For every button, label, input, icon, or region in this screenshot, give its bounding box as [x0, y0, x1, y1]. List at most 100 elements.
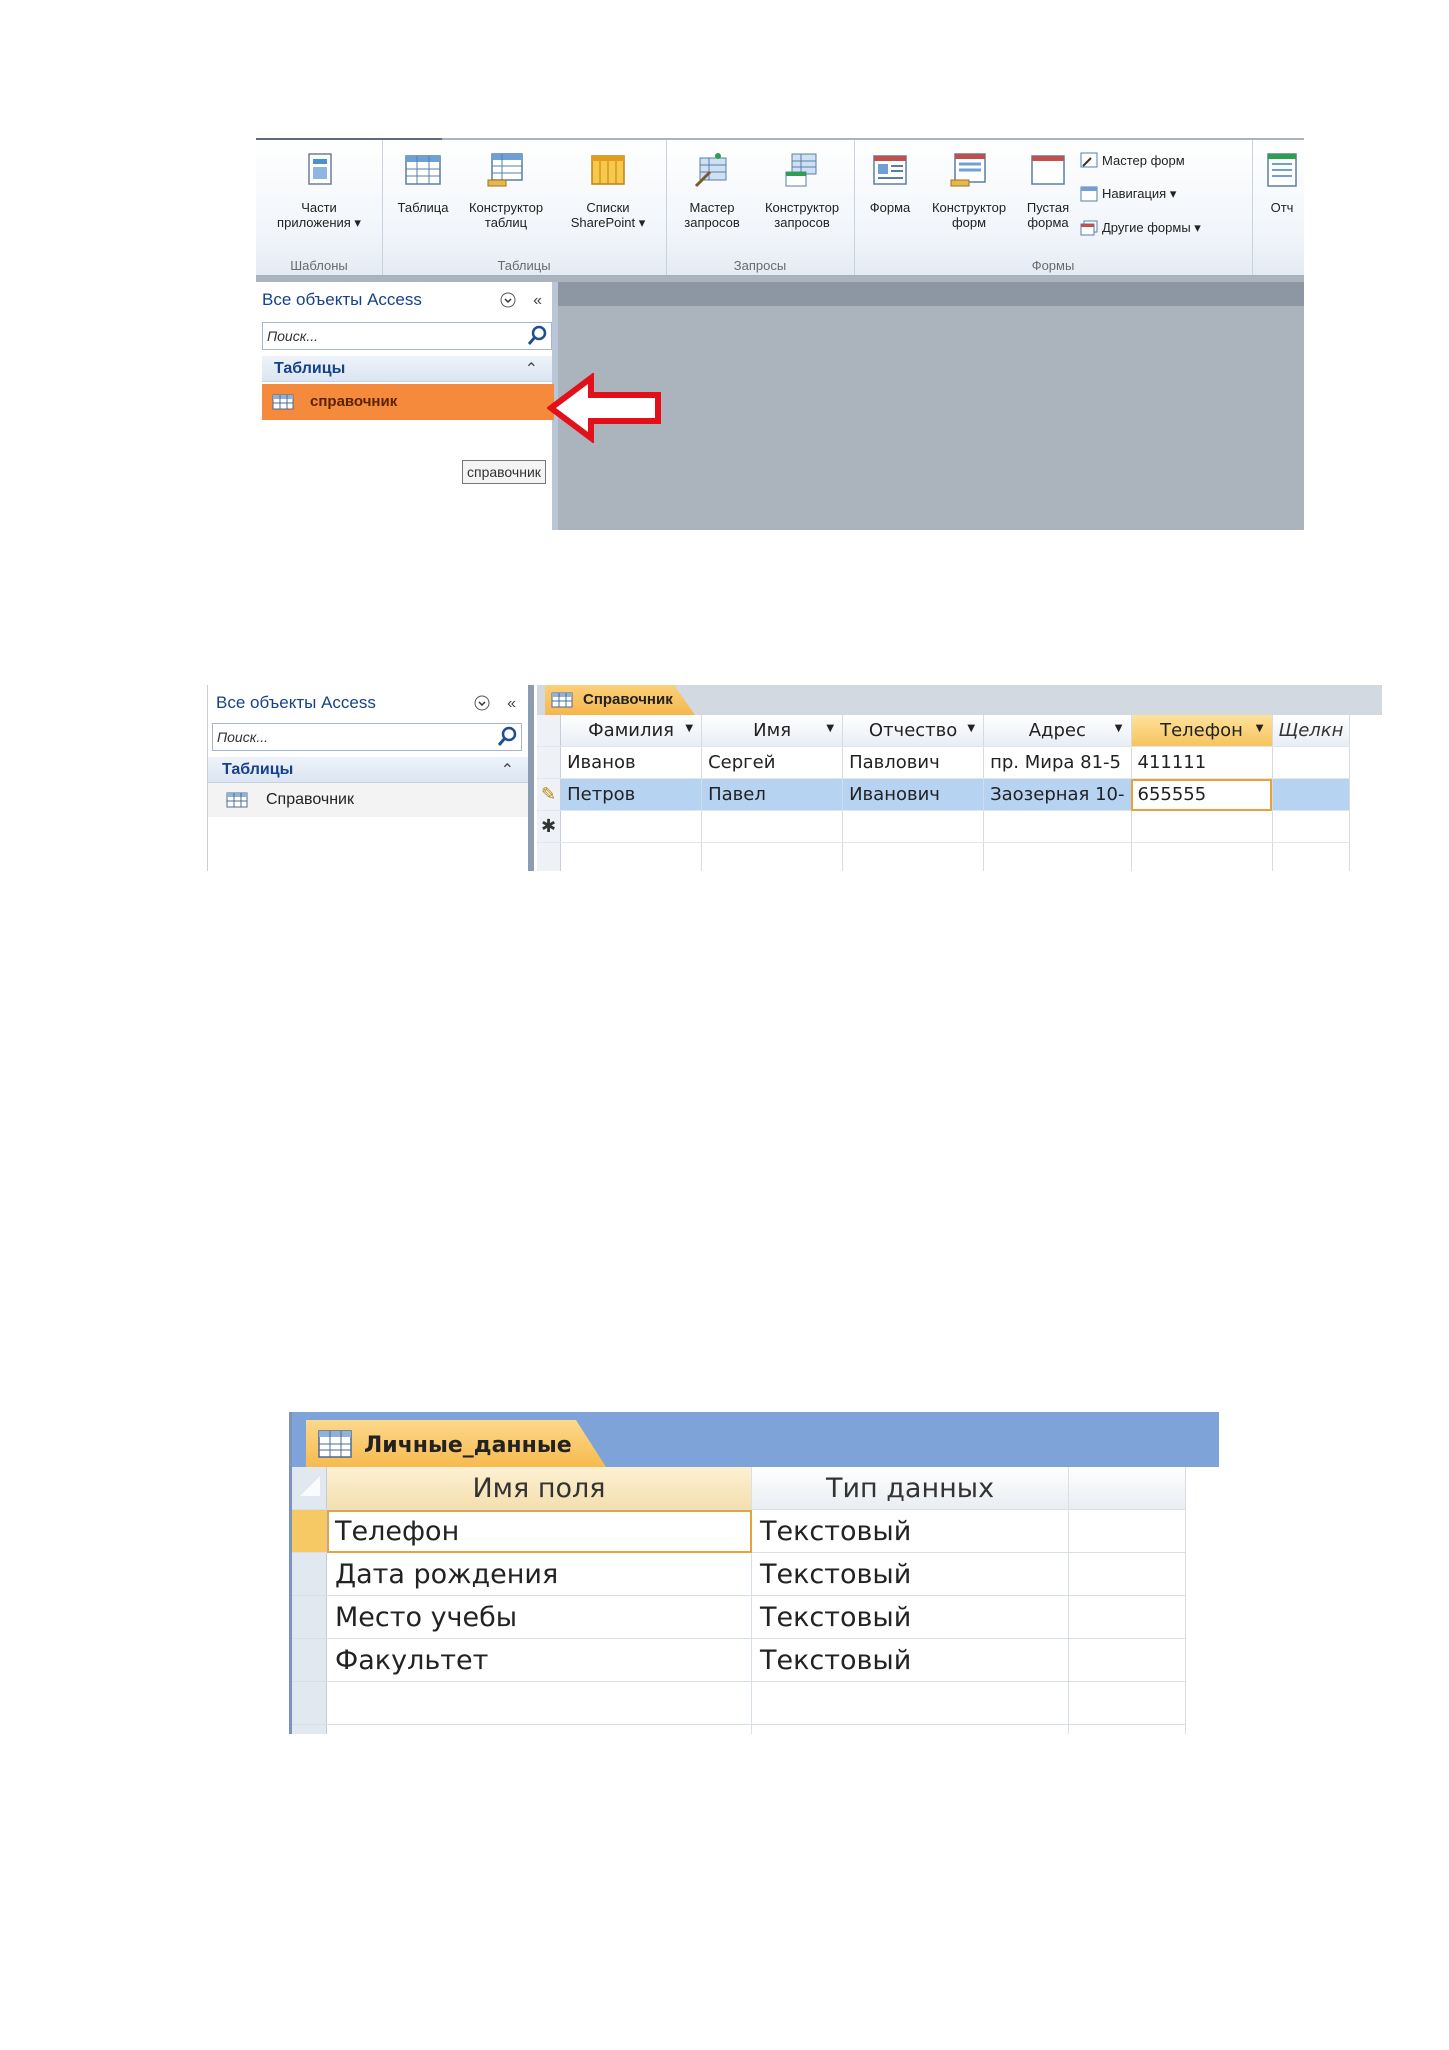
table-cell[interactable]	[1131, 810, 1273, 843]
column-header[interactable]: Имя ▼	[701, 715, 844, 747]
row-selector[interactable]	[292, 1552, 327, 1596]
form-label: Форма	[869, 200, 911, 215]
table-cell[interactable]: пр. Мира 81-5	[983, 746, 1132, 779]
column-header[interactable]: Отчество ▼	[842, 715, 985, 747]
new-record-icon[interactable]: ✱	[537, 810, 562, 843]
column-header[interactable]: Адрес ▼	[983, 715, 1132, 747]
dropdown-arrow-icon[interactable]: ▼	[685, 723, 693, 734]
nav-collapse-icon[interactable]: «	[533, 292, 542, 310]
nav-search-input[interactable]: Поиск...	[262, 322, 552, 350]
column-header-field-name[interactable]: Имя поля	[326, 1467, 752, 1510]
table-button[interactable]: Таблица	[390, 146, 456, 215]
table-cell[interactable]	[842, 810, 985, 843]
select-all-corner[interactable]	[292, 1467, 327, 1510]
column-header-description[interactable]	[1068, 1467, 1186, 1510]
field-name-cell[interactable]	[326, 1681, 752, 1725]
tab-spravochnik[interactable]: Справочник	[545, 685, 695, 715]
dropdown-arrow-icon[interactable]: ▼	[826, 723, 834, 734]
data-type-cell[interactable]: Текстовый	[751, 1595, 1069, 1639]
form-design-button[interactable]: Конструктор форм	[920, 146, 1018, 230]
form-wizard-button[interactable]: Мастер форм	[1080, 152, 1185, 168]
row-selector[interactable]	[292, 1638, 327, 1682]
field-name-cell[interactable]: Место учебы	[326, 1595, 752, 1639]
column-header-data-type[interactable]: Тип данных	[751, 1467, 1069, 1510]
application-parts-button[interactable]: Части приложения ▾	[264, 146, 374, 230]
query-design-icon	[785, 153, 817, 187]
ribbon-group-tables: Таблица Конструктор таблиц Списки ShareP…	[382, 140, 667, 275]
table-cell[interactable]	[1272, 810, 1351, 843]
nav-item-spravochnik-2[interactable]: Справочник	[208, 783, 528, 817]
table-cell[interactable]: 411111	[1131, 746, 1273, 779]
table-cell[interactable]	[1272, 778, 1351, 811]
dropdown-arrow-icon[interactable]: ▼	[1256, 723, 1264, 734]
column-header[interactable]: Фамилия ▼	[560, 715, 703, 747]
table-cell[interactable]	[1272, 746, 1351, 779]
table-cell-editing[interactable]: 655555	[1131, 778, 1273, 811]
description-cell[interactable]	[1068, 1595, 1186, 1639]
nav-menu-icon[interactable]	[474, 695, 490, 716]
nav-menu-icon[interactable]	[500, 292, 516, 313]
table-cell[interactable]: Павлович	[842, 746, 985, 779]
sharepoint-lists-button[interactable]: Списки SharePoint ▾	[558, 146, 658, 230]
column-header-label: Фамилия	[588, 720, 675, 741]
navigation-button[interactable]: Навигация ▾	[1080, 186, 1176, 202]
table-cell[interactable]	[560, 810, 703, 843]
nav-group-tables-2[interactable]: Таблицы ⌃	[208, 757, 528, 783]
blank-form-button[interactable]: Пустая форма	[1020, 146, 1076, 230]
empty-row[interactable]	[292, 1681, 1186, 1725]
field-name-cell[interactable]: Факультет	[326, 1638, 752, 1682]
data-type-cell[interactable]	[751, 1681, 1069, 1725]
table-row[interactable]: Иванов Сергей Павлович пр. Мира 81-5 411…	[537, 746, 1351, 779]
table-row-current[interactable]: ✎ Петров Павел Иванович Заозерная 10- 65…	[537, 778, 1351, 811]
description-cell[interactable]	[1068, 1552, 1186, 1596]
description-cell[interactable]	[1068, 1509, 1186, 1553]
row-selector[interactable]	[537, 746, 562, 779]
collapse-group-icon[interactable]: ⌃	[501, 758, 514, 784]
collapse-group-icon[interactable]: ⌃	[525, 357, 538, 383]
search-icon[interactable]	[495, 724, 521, 750]
select-all-corner[interactable]	[537, 715, 562, 747]
report-button[interactable]: Отч	[1262, 146, 1302, 215]
data-type-cell[interactable]: Текстовый	[751, 1638, 1069, 1682]
table-row[interactable]: Место учебы Текстовый	[292, 1595, 1186, 1639]
nav-search-input-2[interactable]: Поиск...	[212, 723, 522, 751]
table-cell[interactable]: Заозерная 10-	[983, 778, 1132, 811]
nav-group-tables[interactable]: Таблицы ⌃	[262, 356, 552, 382]
table-cell[interactable]	[983, 810, 1132, 843]
table-cell[interactable]: Сергей	[701, 746, 844, 779]
field-name-cell[interactable]: Телефон	[326, 1509, 752, 1553]
table-row-current[interactable]: Телефон Текстовый	[292, 1509, 1186, 1553]
query-wizard-button[interactable]: Мастер запросов	[672, 146, 752, 230]
query-design-button[interactable]: Конструктор запросов	[754, 146, 850, 230]
table-row[interactable]: Дата рождения Текстовый	[292, 1552, 1186, 1596]
table-cell[interactable]: Павел	[701, 778, 844, 811]
dropdown-arrow-icon[interactable]: ▼	[1115, 723, 1123, 734]
row-selector[interactable]	[292, 1595, 327, 1639]
nav-pane-header[interactable]: Все объекты Access «	[262, 290, 548, 314]
table-cell[interactable]: Иванович	[842, 778, 985, 811]
nav-item-spravochnik[interactable]: справочник	[262, 384, 554, 420]
table-cell[interactable]: Петров	[560, 778, 703, 811]
tab-lichnye-dannye[interactable]: Личные_данные	[306, 1420, 606, 1467]
dropdown-arrow-icon[interactable]: ▼	[967, 723, 975, 734]
table-cell[interactable]: Иванов	[560, 746, 703, 779]
data-type-cell[interactable]: Текстовый	[751, 1509, 1069, 1553]
table-cell[interactable]	[701, 810, 844, 843]
new-record-row[interactable]: ✱	[537, 810, 1351, 843]
form-button[interactable]: Форма	[860, 146, 920, 215]
pencil-icon[interactable]: ✎	[537, 778, 562, 811]
row-selector[interactable]	[292, 1509, 327, 1553]
table-design-button[interactable]: Конструктор таблиц	[458, 146, 554, 230]
more-forms-button[interactable]: Другие формы ▾	[1080, 220, 1201, 236]
table-row[interactable]: Факультет Текстовый	[292, 1638, 1186, 1682]
row-selector[interactable]	[292, 1681, 327, 1725]
nav-collapse-icon[interactable]: «	[507, 695, 516, 713]
data-type-cell[interactable]: Текстовый	[751, 1552, 1069, 1596]
description-cell[interactable]	[1068, 1638, 1186, 1682]
search-icon[interactable]	[525, 323, 551, 349]
field-name-cell[interactable]: Дата рождения	[326, 1552, 752, 1596]
description-cell[interactable]	[1068, 1681, 1186, 1725]
column-header-selected[interactable]: Телефон ▼	[1131, 715, 1273, 747]
add-column-header[interactable]: Щелкн	[1272, 715, 1351, 747]
nav-pane-header-2[interactable]: Все объекты Access «	[216, 693, 522, 717]
